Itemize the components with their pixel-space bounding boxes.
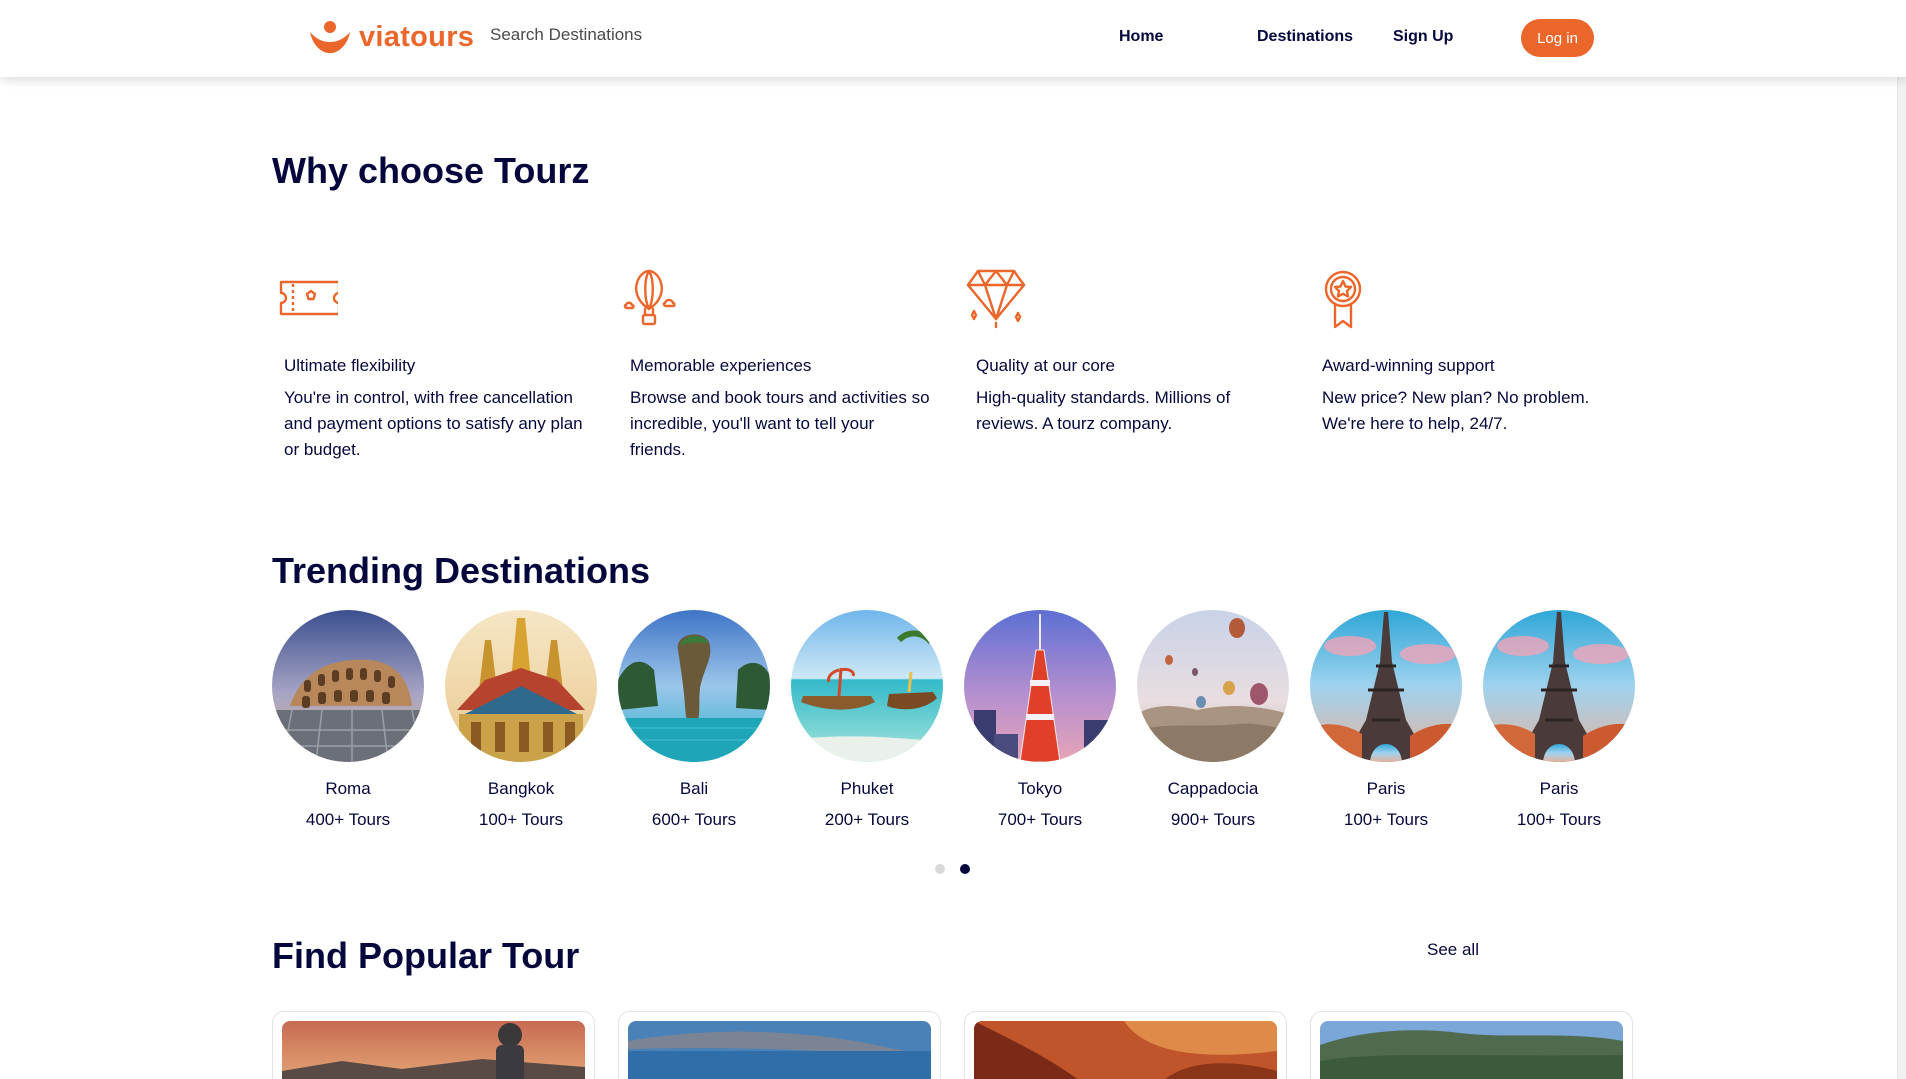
diamond-icon: [966, 269, 1026, 329]
tour-card[interactable]: [618, 1011, 941, 1079]
hot-air-balloon-icon: [623, 269, 676, 326]
feature-description: High-quality standards. Millions of revi…: [976, 388, 1231, 433]
destination-card[interactable]: Cappadocia 900+ Tours: [1137, 610, 1289, 830]
destination-name: Paris: [1539, 779, 1579, 798]
tour-image: [1320, 1021, 1623, 1079]
destination-card[interactable]: Roma 400+ Tours: [272, 610, 424, 830]
destination-tour-count: 200+ Tours: [824, 810, 910, 829]
destination-name: Bali: [679, 779, 709, 798]
feature-title: Memorable experiences: [630, 356, 812, 375]
destination-name: Roma: [325, 779, 371, 798]
destination-image-phuket: [791, 610, 943, 762]
destination-card[interactable]: Tokyo 700+ Tours: [964, 610, 1116, 830]
destination-name: Paris: [1366, 779, 1406, 798]
destination-tour-count: 900+ Tours: [1170, 810, 1256, 829]
destination-image-bali: [618, 610, 770, 762]
destination-card[interactable]: Phuket 200+ Tours: [791, 610, 943, 830]
carousel-dot-1[interactable]: [935, 864, 945, 874]
feature-description: Browse and book tours and activities so …: [630, 388, 930, 459]
destination-name: Cappadocia: [1167, 779, 1259, 798]
popular-title: Find Popular Tour: [272, 935, 580, 976]
destination-name: Tokyo: [1017, 779, 1063, 798]
carousel-dot-2-active[interactable]: [960, 864, 970, 874]
destination-tour-count: 600+ Tours: [651, 810, 737, 829]
why-title: Why choose Tourz: [272, 150, 590, 191]
logo[interactable]: viatours: [309, 20, 474, 54]
feature-card: Memorable experiences Browse and book to…: [618, 265, 930, 459]
feature-description: New price? New plan? No problem. We're h…: [1322, 388, 1590, 433]
feature-card: Quality at our core High-quality standar…: [964, 265, 1264, 433]
destination-image-cappadocia: [1137, 610, 1289, 762]
destination-card[interactable]: Bali 600+ Tours: [618, 610, 770, 830]
feature-card: Ultimate flexibility You're in control, …: [272, 265, 583, 459]
destination-name: Phuket: [840, 779, 894, 798]
destination-tour-count: 700+ Tours: [997, 810, 1083, 829]
scrollbar[interactable]: [1897, 0, 1906, 1079]
logo-icon: [310, 21, 350, 54]
login-button[interactable]: Log in: [1521, 19, 1594, 57]
ticket-icon: [279, 280, 338, 316]
tour-card[interactable]: [964, 1011, 1287, 1079]
tour-card[interactable]: [1310, 1011, 1633, 1079]
tour-image: [628, 1021, 931, 1079]
feature-card: Award-winning support New price? New pla…: [1310, 265, 1610, 433]
destination-tour-count: 100+ Tours: [1343, 810, 1429, 829]
destination-card[interactable]: Paris 100+ Tours: [1310, 610, 1462, 830]
destination-image-roma: [272, 610, 424, 762]
logo-text: viatours: [359, 20, 475, 53]
feature-title: Quality at our core: [976, 356, 1115, 375]
nav-signup[interactable]: Sign Up: [1393, 28, 1453, 46]
destination-name: Bangkok: [487, 779, 555, 798]
award-ribbon-icon: [1324, 270, 1362, 329]
destination-card[interactable]: Bangkok 100+ Tours: [445, 610, 597, 830]
destination-tour-count: 100+ Tours: [1516, 810, 1602, 829]
see-all-link[interactable]: See all: [1427, 940, 1479, 960]
tour-card[interactable]: [272, 1011, 595, 1079]
tour-image: [974, 1021, 1277, 1079]
destination-card[interactable]: Paris 100+ Tours: [1483, 610, 1635, 830]
feature-title: Award-winning support: [1322, 356, 1495, 375]
tour-image: [282, 1021, 585, 1079]
feature-title: Ultimate flexibility: [284, 356, 416, 375]
destination-image-bangkok: [445, 610, 597, 762]
feature-description: You're in control, with free cancellatio…: [284, 388, 583, 459]
destination-image-paris: [1310, 610, 1462, 762]
destination-tour-count: 100+ Tours: [478, 810, 564, 829]
destination-tour-count: 400+ Tours: [305, 810, 391, 829]
trending-title: Trending Destinations: [272, 550, 651, 591]
site-header: viatours Home Destinations Sign Up Log i…: [0, 0, 1906, 77]
search-input[interactable]: [490, 22, 740, 48]
destination-image-paris: [1483, 610, 1635, 762]
nav-home[interactable]: Home: [1119, 28, 1163, 46]
destination-image-tokyo: [964, 610, 1116, 762]
nav-destinations[interactable]: Destinations: [1257, 28, 1353, 46]
